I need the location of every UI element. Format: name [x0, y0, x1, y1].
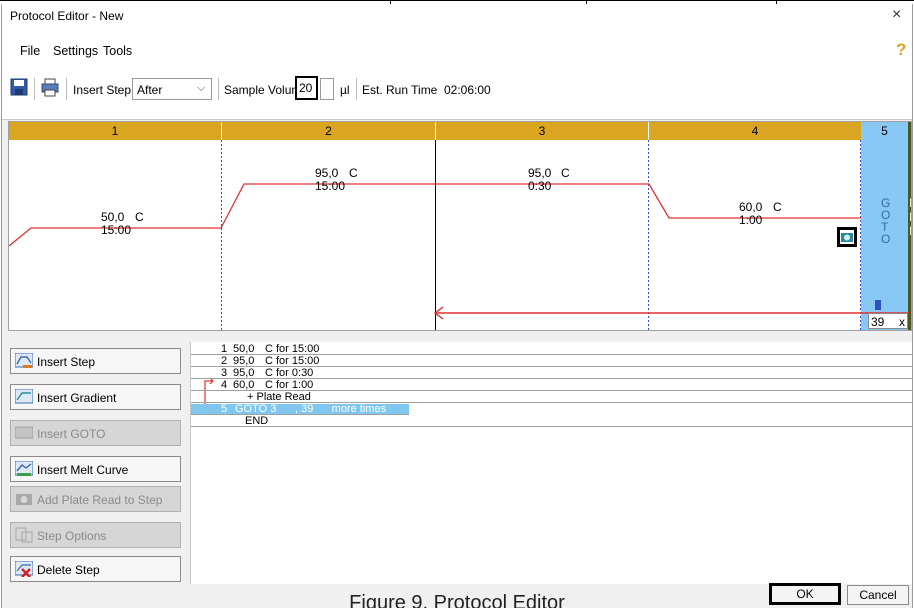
goto-cycles-x: x [899, 315, 905, 329]
list-item-num: 5 [221, 403, 228, 415]
list-item-num: 4 [221, 379, 228, 391]
goto-cycles-field[interactable]: 39 x [868, 313, 908, 329]
step-3-temp: 95,0 [528, 166, 552, 180]
step-options-label: Step Options [37, 529, 107, 543]
delete-step-button[interactable]: Delete Step [10, 556, 181, 582]
insert-goto-icon [15, 426, 33, 439]
toolbar-separator [218, 78, 219, 100]
camera-icon [16, 494, 32, 505]
list-item[interactable]: 4 60,0 C for 1:00 [191, 380, 913, 391]
list-item-text: C for 0:30 [265, 367, 314, 379]
figure-caption: Figure 9. Protocol Editor [349, 592, 565, 608]
end-letter: D [909, 224, 911, 238]
cycle-marker-icon [875, 300, 881, 310]
insert-melt-curve-button[interactable]: Insert Melt Curve [10, 456, 181, 482]
delete-step-icon [15, 561, 33, 577]
list-item-text: C for 15:00 [265, 343, 320, 355]
step-3-unit: C [561, 166, 570, 180]
step-4-unit: C [773, 200, 782, 214]
add-plate-read-button[interactable]: Add Plate Read to Step [10, 486, 181, 512]
insert-step-button[interactable]: Insert Step [10, 348, 181, 374]
lower-panel: Insert Step Insert Gradient Insert GOTO … [8, 338, 913, 584]
protocol-editor-window: Protocol Editor - New × File Settings To… [1, 4, 913, 608]
insert-gradient-button[interactable]: Insert Gradient [10, 384, 181, 410]
protocol-step-list[interactable]: 1 50,0 C for 15:00 2 95,0 C for 15:00 3 … [190, 342, 913, 584]
end-letter: E [909, 196, 911, 210]
window-title: Protocol Editor - New [10, 9, 124, 23]
list-item-num: 2 [221, 355, 228, 367]
toolbar: Insert Step After ⌵ Sample Volume 20 µl … [2, 60, 912, 120]
toolbar-separator [34, 78, 35, 100]
volume-unit: µl [340, 83, 350, 97]
menu-tools[interactable]: Tools [103, 44, 132, 58]
list-item-temp: 50,0 [233, 343, 255, 355]
close-icon[interactable]: × [892, 6, 901, 24]
step-1-unit: C [135, 210, 144, 224]
toolbar-separator [356, 78, 357, 100]
menu-bar: File Settings Tools ? [2, 28, 912, 60]
goto-cycles-value: 39 [871, 315, 885, 329]
step-4-temp: 60,0 [739, 200, 763, 214]
insert-goto-label: Insert GOTO [37, 427, 106, 441]
list-item-temp: 95,0 [233, 367, 255, 379]
list-item-text: + Plate Read [247, 391, 311, 403]
insert-step-position-select[interactable]: After ⌵ [132, 78, 212, 100]
list-item[interactable]: 3 95,0 C for 0:30 [191, 368, 913, 379]
insert-gradient-icon [15, 389, 33, 404]
list-item-temp: GOTO 3 [235, 403, 277, 415]
help-icon[interactable]: ? [896, 40, 906, 60]
goto-letter: O [881, 232, 891, 246]
list-item[interactable]: + Plate Read [191, 392, 913, 403]
insert-step-position-value: After [137, 83, 163, 97]
insert-step-icon [15, 353, 33, 368]
insert-step-label: Insert Step [73, 83, 132, 97]
step-2-unit: C [349, 166, 358, 180]
temperature-profile [9, 140, 909, 330]
end-letter: N [909, 210, 911, 224]
plate-read-camera-icon[interactable] [837, 227, 857, 247]
run-time-label: Est. Run Time [362, 83, 438, 97]
print-icon[interactable] [40, 77, 60, 97]
list-item-text: END [245, 415, 269, 427]
toolbar-separator [66, 78, 67, 100]
step-1-time: 15:00 [101, 223, 132, 237]
list-item[interactable]: END [191, 416, 913, 427]
menu-file[interactable]: File [20, 44, 40, 58]
sample-volume-value: 20 [299, 81, 313, 95]
list-item-text: C for 1:00 [265, 379, 314, 391]
insert-step-label: Insert Step [37, 355, 96, 369]
step-4-time: 1:00 [739, 213, 763, 227]
menu-settings[interactable]: Settings [53, 44, 98, 58]
list-item[interactable]: 2 95,0 C for 15:00 [191, 356, 913, 367]
list-item-text: C for 15:00 [265, 355, 320, 367]
step-3-time: 0:30 [528, 179, 552, 193]
list-item-temp: 60,0 [233, 379, 255, 391]
list-item-selected[interactable]: 5 GOTO 3 , 39 more times [191, 404, 409, 415]
sample-volume-spinner[interactable] [320, 78, 334, 100]
step-2-temp: 95,0 [315, 166, 339, 180]
delete-step-label: Delete Step [37, 563, 100, 577]
insert-melt-curve-label: Insert Melt Curve [37, 463, 129, 477]
list-item-num: 3 [221, 367, 228, 379]
save-icon[interactable] [10, 78, 28, 96]
title-bar: Protocol Editor - New × [2, 4, 912, 28]
run-time-value: 02:06:00 [444, 83, 491, 97]
protocol-graph[interactable]: 1 2 3 4 5 50,0 C 15:00 95,0 C 15:00 95,0… [8, 121, 912, 331]
insert-goto-button[interactable]: Insert GOTO [10, 420, 181, 446]
step-options-button[interactable]: Step Options [10, 522, 181, 548]
insert-gradient-label: Insert Gradient [37, 391, 117, 405]
list-item-num: 1 [221, 343, 228, 355]
sample-volume-input[interactable]: 20 [295, 76, 318, 100]
step-1-temp: 50,0 [101, 210, 125, 224]
list-item[interactable]: 1 50,0 C for 15:00 [191, 344, 913, 355]
list-item-temp: 95,0 [233, 355, 255, 367]
chevron-down-icon: ⌵ [197, 82, 206, 94]
list-item-text: , 39 more times [295, 403, 387, 415]
insert-melt-curve-icon [15, 461, 33, 476]
step-options-icon [15, 527, 33, 543]
step-2-time: 15:00 [315, 179, 346, 193]
add-plate-read-label: Add Plate Read to Step [37, 493, 163, 507]
